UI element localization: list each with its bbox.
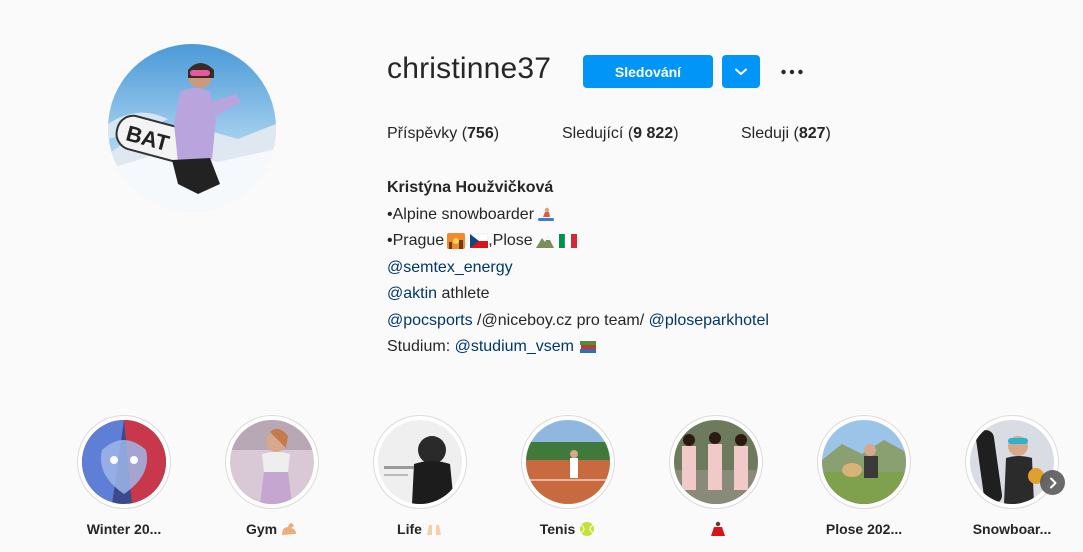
profile-avatar[interactable]: BAT <box>108 44 276 212</box>
highlight-label-text: Plose 202... <box>825 521 903 537</box>
highlight-label: Gym <box>212 521 332 537</box>
bio-line-2-text-a: •Prague <box>387 232 445 249</box>
bio-line-2-text-b: ,Plose <box>488 232 533 249</box>
following-label: Sleduji <box>741 125 790 142</box>
czech-flag-icon <box>470 234 489 249</box>
profile-bio: Kristýna Houžvičková •Alpine snowboarder… <box>387 175 769 361</box>
bio-line-1: •Alpine snowboarder <box>387 202 769 229</box>
highlight-label-text: Snowboar... <box>972 521 1052 537</box>
books-emoji-icon <box>579 341 596 354</box>
following-button[interactable]: Sledování <box>583 55 713 88</box>
italy-flag-icon <box>558 234 577 249</box>
bio-line-4-text: athlete <box>437 285 490 302</box>
posts-label: Příspěvky <box>387 125 458 142</box>
highlight-ring <box>669 415 763 509</box>
dance-photo <box>674 420 758 504</box>
snowboarder-emoji-icon <box>538 207 555 221</box>
lion-art-icon <box>82 420 166 504</box>
followers-count: 9 822 <box>633 125 674 142</box>
chevron-right-icon <box>1049 477 1056 488</box>
highlight-label: Tenis <box>508 521 628 537</box>
pocsports-link[interactable]: @pocsports <box>387 308 473 335</box>
bio-line-6: Studium: @studium_vsem <box>387 334 769 361</box>
highlight-ring <box>965 415 1059 509</box>
bio-line-3: @semtex_energy <box>387 255 769 282</box>
posts-stat: Příspěvky (756) <box>387 125 500 142</box>
highlight-label-text: Tenis <box>539 521 576 537</box>
more-dots-icon <box>781 69 803 75</box>
highlight-label: Winter 20... <box>64 521 184 537</box>
highlight-item[interactable] <box>656 415 776 537</box>
tennis-court-photo <box>526 420 610 504</box>
flexed-biceps-emoji <box>282 523 297 535</box>
highlight-label-text: Gym <box>245 521 278 537</box>
highlight-item[interactable]: Gym <box>212 415 332 537</box>
posts-count: 756 <box>467 125 494 142</box>
bio-line-6-text: Studium: <box>387 338 455 355</box>
following-stat[interactable]: Sleduji (827) <box>741 125 831 143</box>
life-photo <box>378 420 462 504</box>
aktin-link[interactable]: @aktin <box>387 281 437 308</box>
bio-line-5-text: /@niceboy.cz pro team/ <box>472 311 649 329</box>
followers-label: Sledující <box>562 125 624 142</box>
following-count: 827 <box>798 125 826 142</box>
highlight-item[interactable]: Tenis <box>508 415 628 537</box>
profile-username: christinne37 <box>387 52 552 85</box>
highlight-item[interactable]: Life <box>360 415 480 537</box>
highlight-item[interactable]: Plose 202... <box>804 415 924 537</box>
highlight-ring <box>817 415 911 509</box>
full-name: Kristýna Houžvičková <box>387 179 554 196</box>
tennis-ball-emoji <box>580 522 595 536</box>
highlight-ring <box>521 415 615 509</box>
gym-photo <box>230 420 314 504</box>
highlights-next-button[interactable] <box>1040 470 1065 495</box>
snowboard-photo <box>970 420 1054 504</box>
sunset-city-emoji-icon <box>447 233 466 250</box>
chevron-down-icon <box>735 68 747 75</box>
story-highlights: Winter 20... Gym Life Tenis Plose 202...… <box>0 415 1083 552</box>
dancer-emoji <box>710 521 725 536</box>
studium-vsem-link[interactable]: @studium_vsem <box>455 334 574 361</box>
raised-hands-emoji <box>426 525 441 535</box>
bio-line-5: @pocsports /@niceboy.cz pro team/ @plose… <box>387 308 769 335</box>
followers-stat[interactable]: Sledující (9 822) <box>562 125 679 143</box>
highlight-ring <box>77 415 171 509</box>
bio-line-1-text: •Alpine snowboarder <box>387 205 535 223</box>
highlight-item[interactable]: Winter 20... <box>64 415 184 537</box>
bio-line-4: @aktin athlete <box>387 281 769 308</box>
semtex-energy-link[interactable]: @semtex_energy <box>387 255 513 282</box>
highlight-ring <box>225 415 319 509</box>
suggested-accounts-button[interactable] <box>722 55 760 88</box>
highlight-label: Plose 202... <box>804 521 924 537</box>
highlight-label-text: Winter 20... <box>86 521 162 537</box>
highlight-label: Life <box>360 521 480 537</box>
bio-line-2: •Prague ,Plose <box>387 228 769 255</box>
dog-mountain <box>822 420 906 504</box>
highlight-label: Snowboar... <box>952 521 1072 537</box>
more-options-button[interactable] <box>775 57 809 87</box>
ploseparkhotel-link[interactable]: @ploseparkhotel <box>649 308 769 335</box>
avatar-photo: BAT <box>108 44 276 212</box>
highlight-label-text: Life <box>397 521 422 537</box>
highlight-label <box>656 521 776 537</box>
highlight-ring <box>373 415 467 509</box>
mountain-emoji-icon <box>535 236 554 249</box>
